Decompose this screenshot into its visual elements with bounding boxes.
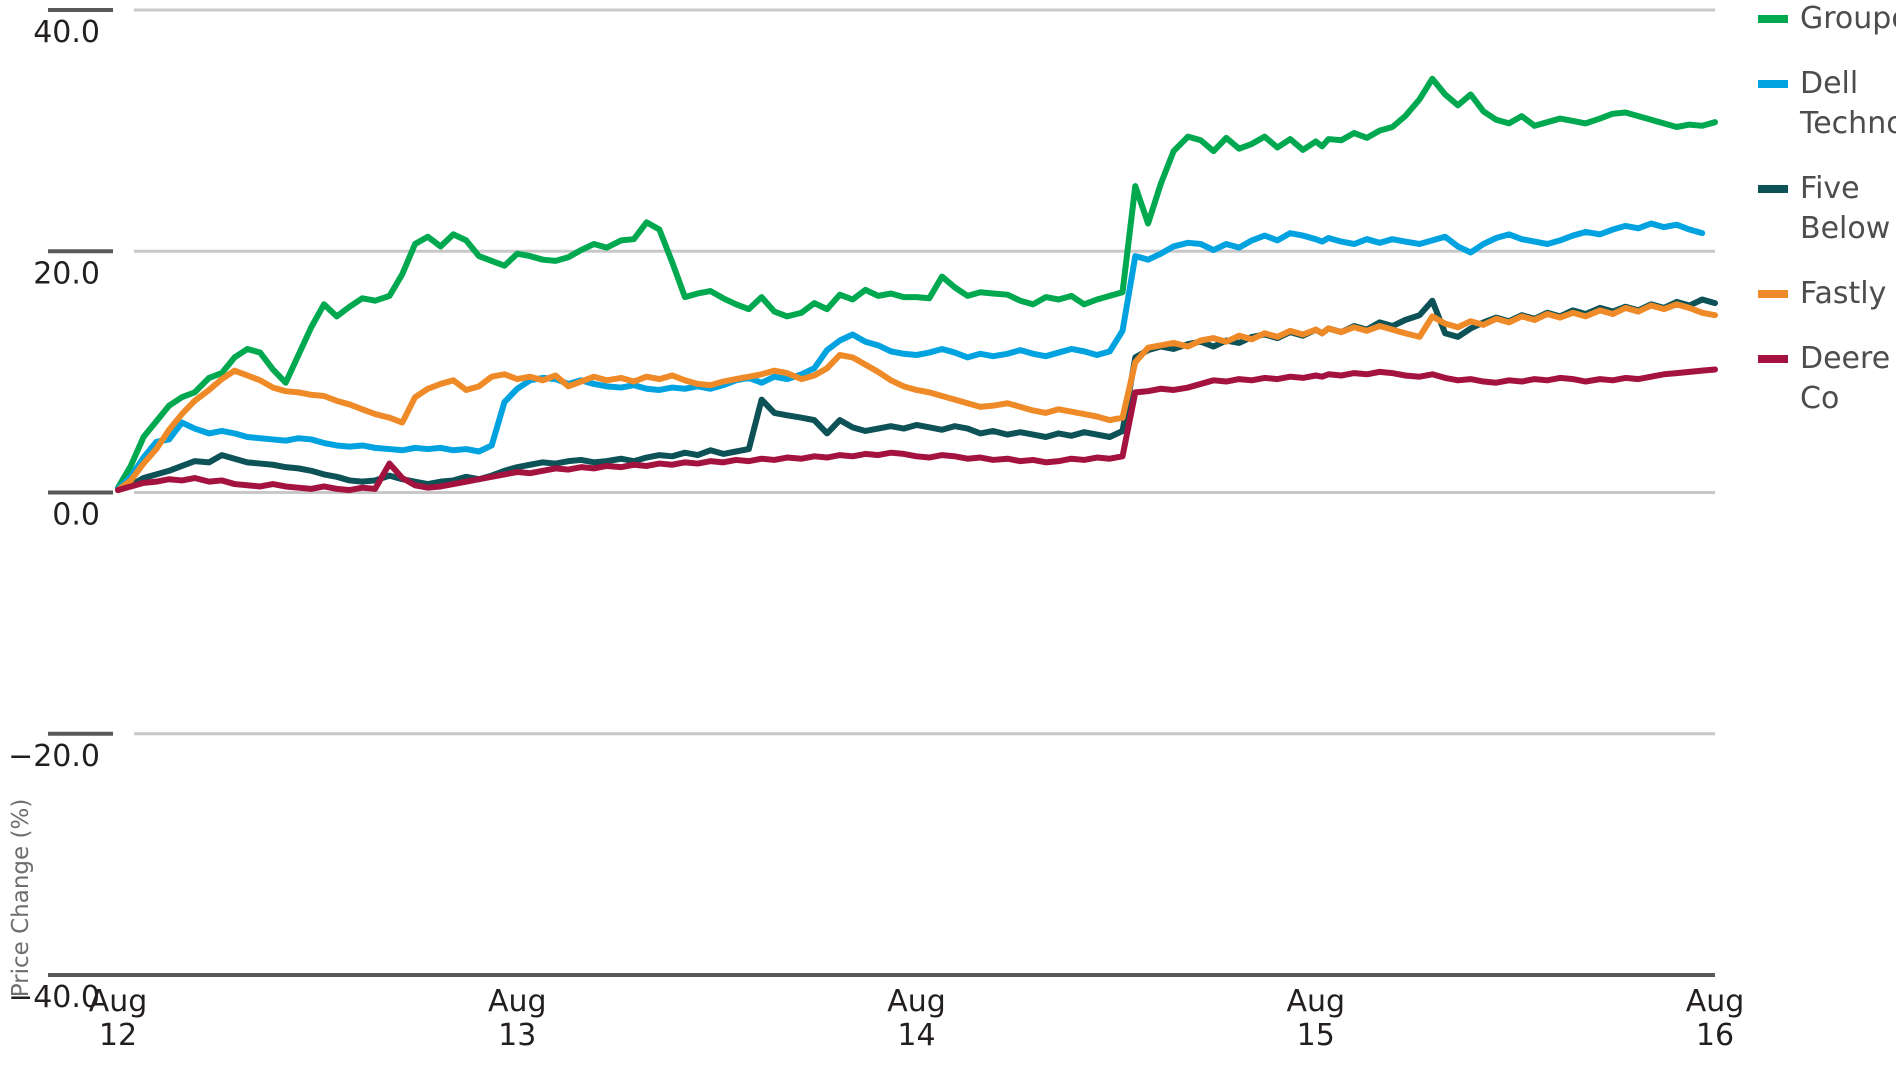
x-tick-label-day: 16 xyxy=(1696,1018,1734,1053)
y-tick-label: 0.0 xyxy=(52,498,100,533)
y-tick-marks-group xyxy=(48,8,113,977)
legend-label[interactable]: Fastly xyxy=(1800,276,1886,311)
legend-label[interactable]: Co xyxy=(1800,381,1839,416)
x-tick-label-day: 12 xyxy=(99,1018,137,1053)
x-tick-label-day: 15 xyxy=(1297,1018,1335,1053)
legend-label[interactable]: Groupon xyxy=(1800,1,1896,36)
legend-label[interactable]: Dell xyxy=(1800,66,1858,101)
y-tick-label: −20.0 xyxy=(8,739,100,774)
x-tick-label-day: 14 xyxy=(897,1018,935,1053)
x-tick-label-month: Aug xyxy=(887,984,946,1019)
series-line xyxy=(115,301,1718,494)
y-axis-title: Price Change (%) xyxy=(8,799,34,998)
gridlines-group xyxy=(134,8,1715,736)
x-tick-label-month: Aug xyxy=(1286,984,1345,1019)
legend-label[interactable]: Five xyxy=(1800,171,1860,206)
legend-label[interactable]: Below xyxy=(1800,211,1890,246)
x-tick-label-month: Aug xyxy=(1686,984,1745,1019)
y-tick-label: 40.0 xyxy=(33,15,100,50)
series-line xyxy=(115,296,1718,494)
data-series-group xyxy=(115,75,1718,494)
y-tick-label: 20.0 xyxy=(33,256,100,291)
x-tick-label-month: Aug xyxy=(488,984,547,1019)
y-axis-title-group: Price Change (%) xyxy=(8,799,34,998)
series-line xyxy=(115,220,1706,492)
x-tick-labels-group: Aug12Aug13Aug14Aug15Aug16 xyxy=(89,984,1745,1053)
x-tick-label-month: Aug xyxy=(89,984,148,1019)
chart-svg: 40.020.00.0−20.0−40.0 Aug12Aug13Aug14Aug… xyxy=(8,1,1896,1053)
legend-label[interactable]: Technologies xyxy=(1799,106,1896,141)
legend: Groupon Dell Technologies Five Below Fastly De… xyxy=(1758,1,1896,416)
legend-label[interactable]: Deere & xyxy=(1800,341,1896,376)
x-tick-label-day: 13 xyxy=(498,1018,536,1053)
price-change-line-chart: 40.0 20.0 0.0 −20.0 −40.0 Aug 12 Aug 13 Aug 14 Aug… xyxy=(0,0,1896,1066)
